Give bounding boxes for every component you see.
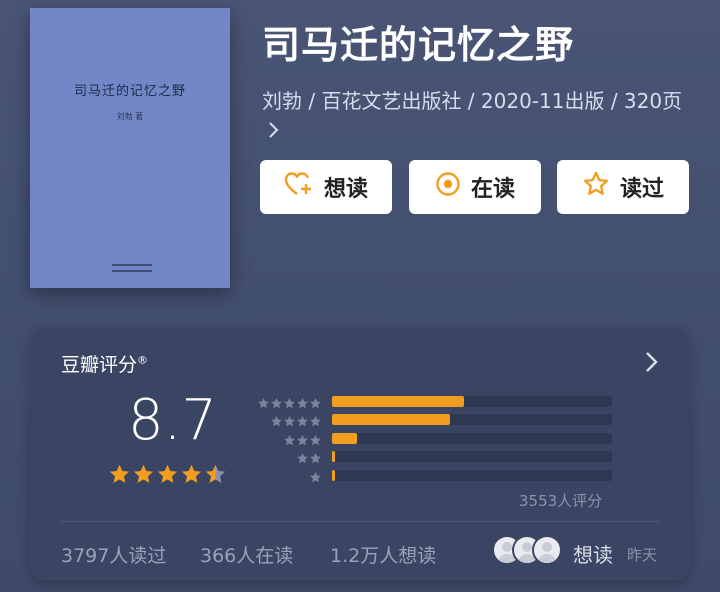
rating-distribution-row [252, 469, 632, 483]
cover-publisher-mark [112, 264, 152, 276]
registered-mark: ® [137, 353, 149, 367]
friend-avatars[interactable] [492, 535, 564, 565]
rating-bar-fill [332, 451, 335, 462]
rating-star-icon [108, 463, 131, 490]
rating-bar-fill [332, 396, 464, 407]
cover-title: 司马迁的记忆之野 [73, 84, 186, 99]
small-star-icon [296, 413, 309, 432]
book-cover[interactable]: 司马迁的记忆之野 刘勃 著 [30, 8, 230, 288]
small-star-icon [309, 432, 322, 451]
book-meta[interactable]: 刘勃 / 百花文艺出版社 / 2020-11出版 / 320页 [262, 86, 702, 148]
rating-star-icon [156, 463, 179, 490]
rating-distribution-row [252, 432, 632, 446]
stat-reading[interactable]: 366人在读 [200, 541, 293, 568]
have-read-button[interactable]: 读过 [557, 160, 689, 214]
ratings-count: 3553人评分 [519, 492, 603, 510]
reading-button[interactable]: 在读 [409, 160, 541, 214]
star-outline-icon [582, 170, 620, 204]
rating-bar-fill [332, 414, 450, 425]
friends-want-label: 想读 [573, 543, 613, 567]
target-circle-icon [435, 171, 471, 203]
avatar [532, 535, 562, 565]
rating-label-text: 豆瓣评分 [61, 354, 138, 376]
small-star-icon [283, 413, 296, 432]
reading-label: 在读 [470, 177, 515, 202]
small-star-icon [309, 450, 322, 469]
small-star-icon [296, 395, 309, 414]
small-star-icon [296, 432, 309, 451]
row-stars [252, 450, 322, 469]
chevron-right-icon[interactable] [642, 350, 662, 374]
rating-card[interactable]: 豆瓣评分® 8.7 3553人评分 3797人读过 366人在读 1.2万人想读… [30, 328, 690, 580]
small-star-icon [309, 395, 322, 414]
row-stars [252, 432, 322, 451]
small-star-icon [309, 413, 322, 432]
stat-want[interactable]: 1.2万人想读 [330, 541, 436, 568]
small-star-icon [296, 450, 309, 469]
rating-distribution-row [252, 450, 632, 464]
heart-plus-icon [284, 171, 324, 203]
rating-star-icon [132, 463, 155, 490]
rating-bar-fill [332, 470, 335, 481]
want-to-read-button[interactable]: 想读 [260, 160, 392, 214]
small-star-icon [309, 469, 322, 488]
small-star-icon [283, 432, 296, 451]
small-star-icon [270, 395, 283, 414]
rating-score: 8.7 [128, 388, 218, 453]
have-read-label: 读过 [619, 177, 664, 202]
book-meta-text: 刘勃 / 百花文艺出版社 / 2020-11出版 / 320页 [262, 89, 683, 113]
want-to-read-label: 想读 [323, 177, 368, 202]
rating-bar-track [332, 414, 612, 425]
friends-time: 昨天 [627, 546, 658, 564]
rating-label: 豆瓣评分® [61, 350, 148, 377]
rating-bar-track [332, 451, 612, 462]
rating-bar-fill [332, 433, 358, 444]
book-title: 司马迁的记忆之野 [262, 23, 575, 67]
divider [61, 521, 660, 522]
rating-star-icon [180, 463, 203, 490]
row-stars [252, 469, 322, 488]
rating-distribution-row [252, 413, 632, 427]
rating-star-icon [204, 463, 227, 490]
rating-bar-track [332, 470, 612, 481]
small-star-icon [257, 395, 270, 414]
rating-distribution-row [252, 395, 632, 409]
row-stars [252, 395, 322, 414]
chevron-right-icon [268, 117, 280, 148]
rating-bar-track [332, 396, 612, 407]
small-star-icon [270, 413, 283, 432]
rating-bar-track [332, 433, 612, 444]
cover-author: 刘勃 著 [116, 112, 144, 121]
rating-stars [108, 463, 228, 490]
stat-read[interactable]: 3797人读过 [61, 541, 166, 568]
small-star-icon [283, 395, 296, 414]
row-stars [252, 413, 322, 432]
